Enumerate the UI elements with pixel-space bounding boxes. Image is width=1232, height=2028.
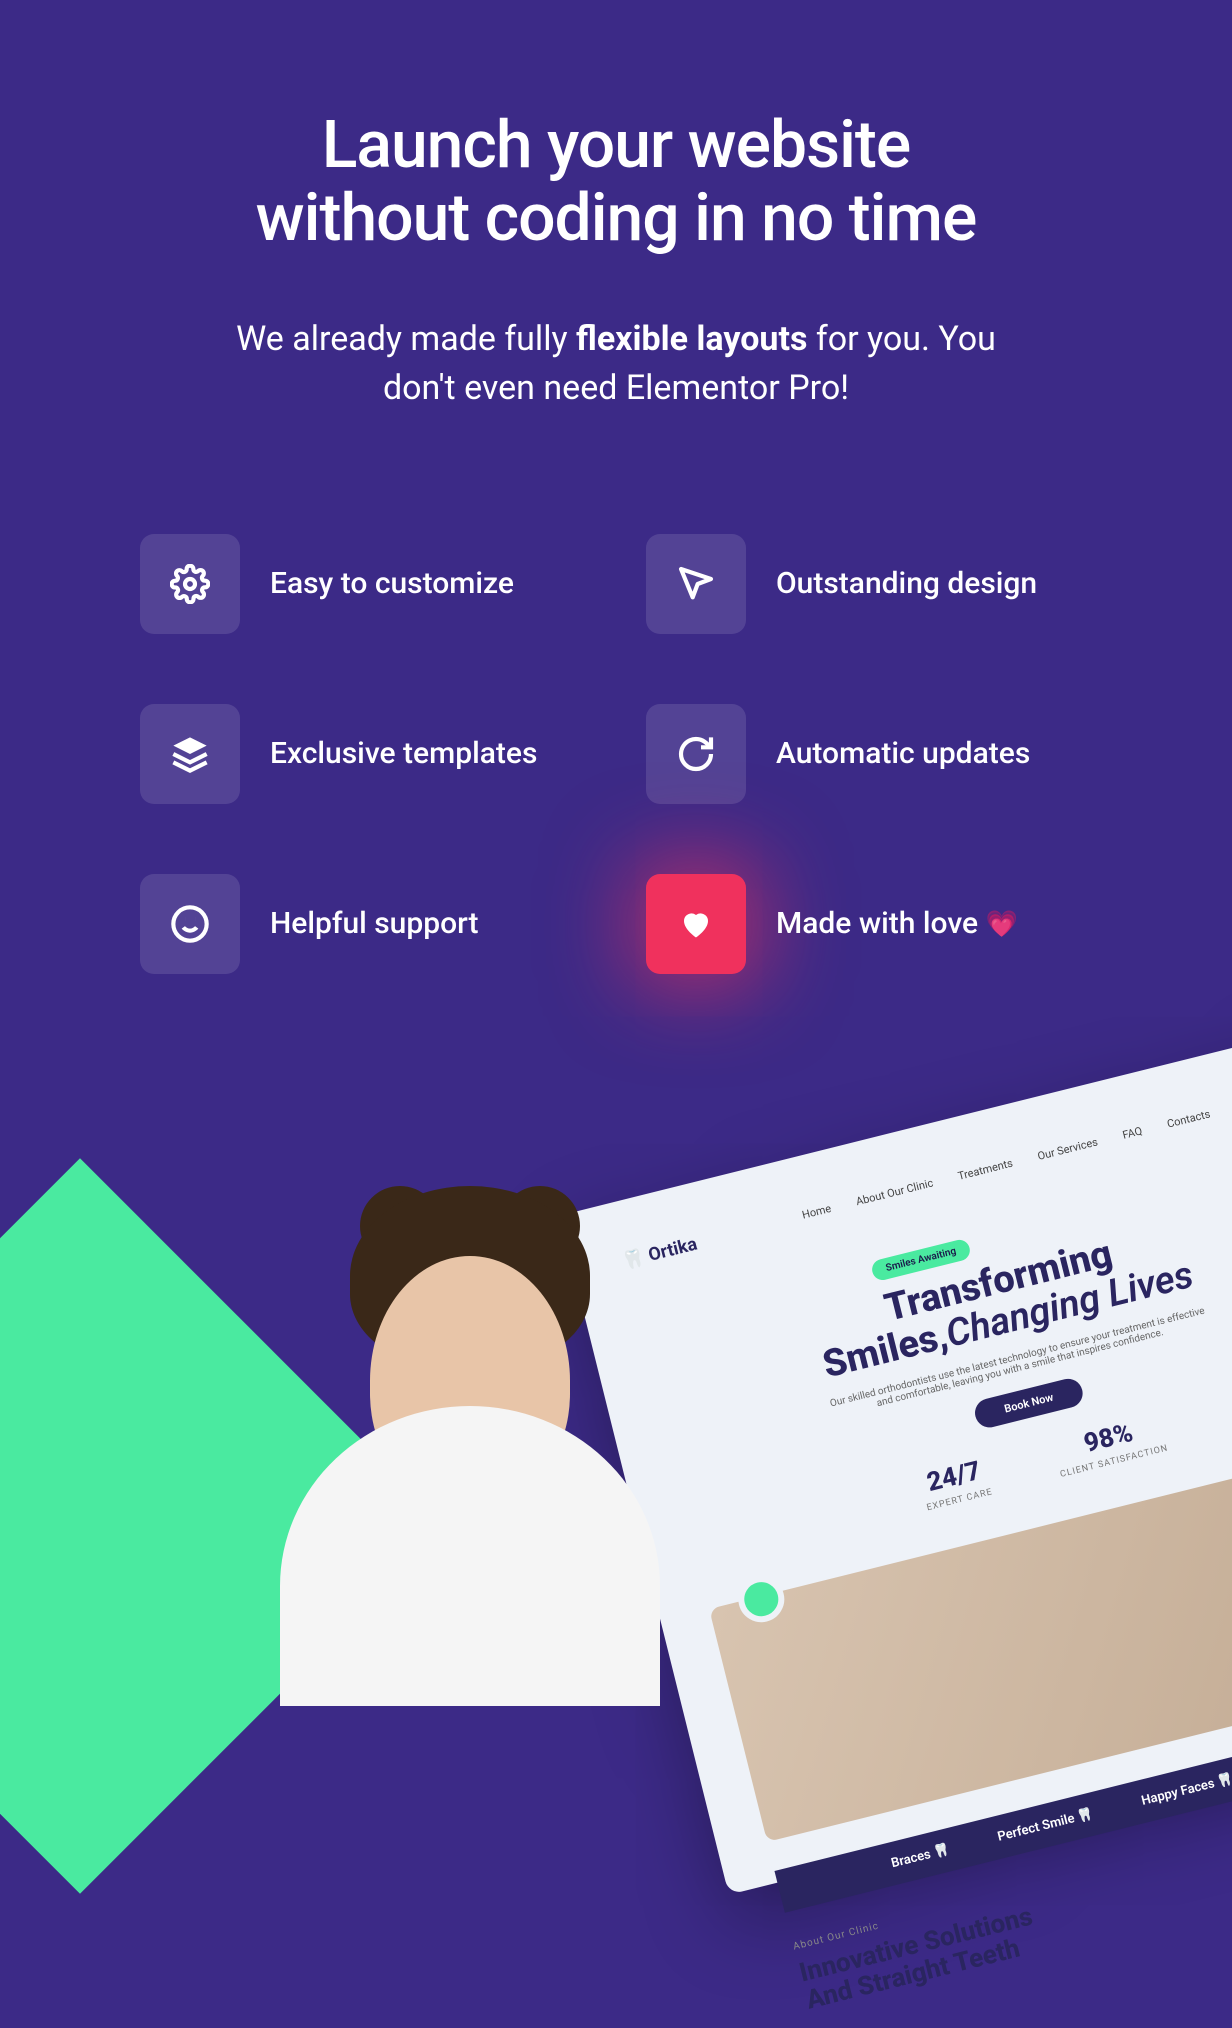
smile-icon (140, 874, 240, 974)
website-mockup: 🦷 Ortika Home About Our Clinic Treatment… (560, 1017, 1232, 1895)
page-headline: Launch your website without coding in no… (140, 110, 1092, 255)
feature-label: Helpful support (270, 904, 478, 945)
nav-item: Contacts (1166, 1107, 1215, 1142)
person-photo (280, 1186, 660, 1706)
feature-label: Made with love 💗 (776, 904, 1018, 945)
nav-item: FAQ (1121, 1124, 1146, 1153)
nav-item: Home (801, 1202, 836, 1233)
mockup-nav: Home About Our Clinic Treatments Our Ser… (801, 1082, 1232, 1233)
nav-item: About Our Clinic (855, 1176, 938, 1219)
feature-label: Automatic updates (776, 734, 1030, 775)
layers-icon (140, 704, 240, 804)
page-subheadline: We already made fully flexible layouts f… (236, 315, 996, 414)
heart-emoji: 💗 (986, 909, 1018, 939)
headline-line2: without coding in no time (256, 180, 977, 257)
feature-love: Made with love 💗 (646, 874, 1092, 974)
love-text: Made with love (776, 906, 986, 941)
feature-templates: Exclusive templates (140, 704, 586, 804)
ticker-item: Happy Faces (1140, 1771, 1232, 1808)
gear-icon (140, 534, 240, 634)
ticker-item: Braces (890, 1842, 951, 1871)
feature-customize: Easy to customize (140, 534, 586, 634)
headline-line1: Launch your website (322, 107, 910, 184)
sub-pre: We already made fully (236, 319, 576, 359)
refresh-icon (646, 704, 746, 804)
feature-label: Exclusive templates (270, 734, 537, 775)
ticker-item: Perfect Smile (996, 1806, 1095, 1844)
feature-design: Outstanding design (646, 534, 1092, 634)
heart-icon (646, 874, 746, 974)
nav-item: Our Services (1036, 1135, 1102, 1174)
features-grid: Easy to customize Outstanding design Exc… (140, 534, 1092, 974)
feature-updates: Automatic updates (646, 704, 1092, 804)
sub-bold: flexible layouts (576, 319, 807, 359)
mockup-cta: Book Now (972, 1376, 1086, 1431)
tooth-badge-icon (733, 1571, 789, 1627)
feature-label: Outstanding design (776, 564, 1037, 605)
nav-item: Treatments (957, 1157, 1017, 1195)
swatch-icon (646, 534, 746, 634)
feature-support: Helpful support (140, 874, 586, 974)
feature-label: Easy to customize (270, 564, 514, 605)
